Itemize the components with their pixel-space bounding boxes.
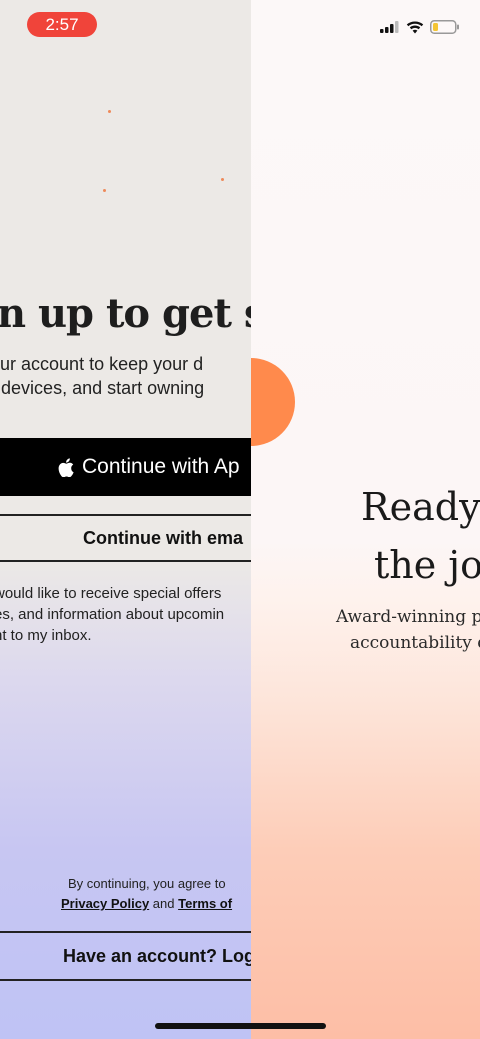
terms-of-service-link[interactable]: Terms of (178, 896, 232, 911)
offers-line: nt to my inbox. (0, 627, 92, 644)
email-button-label: Continue with ema (83, 527, 244, 548)
terms-notice: By continuing, you agree to Privacy Poli… (0, 874, 251, 914)
offers-consent-text[interactable]: would like to receive special offers es,… (0, 583, 251, 646)
offers-line: es, and information about upcomin (0, 606, 225, 623)
wifi-icon (406, 20, 424, 33)
cellular-signal-icon (380, 21, 399, 33)
onboarding-title-line: the jou (374, 543, 480, 587)
have-account-login-button[interactable]: Have an account? Log (0, 931, 251, 981)
home-indicator[interactable] (155, 1023, 326, 1029)
terms-and-text: and (152, 896, 175, 911)
signup-headline: gn up to get st (0, 290, 251, 337)
terms-links: Privacy Policy and Terms of (0, 894, 251, 914)
privacy-policy-link[interactable]: Privacy Policy (61, 896, 149, 911)
orange-circle-decoration (251, 358, 299, 446)
onboarding-subtitle-line: accountability d (350, 633, 480, 653)
login-button-label: Have an account? Log (63, 945, 251, 966)
signup-subtext-line: e your account to keep your d (0, 354, 204, 374)
status-icons (380, 20, 460, 34)
signup-subtext-line: een devices, and start owning (0, 378, 205, 398)
decorative-dot (103, 189, 106, 192)
status-time[interactable]: 2:57 (27, 12, 97, 37)
continue-with-email-button[interactable]: Continue with ema (0, 514, 251, 562)
apple-button-label: Continue with Ap (82, 455, 240, 478)
continue-with-apple-button[interactable]: Continue with Ap (0, 438, 251, 496)
onboarding-title-line: Ready (361, 485, 480, 529)
signup-subtext: e your account to keep your d een device… (0, 352, 251, 400)
battery-icon (430, 20, 459, 34)
offers-line: would like to receive special offers (0, 585, 222, 602)
decorative-dot (221, 178, 224, 181)
onboarding-subtitle-line: Award-winning pl (336, 607, 480, 627)
apple-icon (58, 457, 74, 477)
onboarding-screen: Ready the jou Award-winning pl accountab… (251, 0, 480, 1039)
split-screen: 2:57 gn up to get st e your account to k… (0, 0, 480, 1039)
decorative-dot (108, 110, 111, 113)
onboarding-title: Ready the jou (361, 478, 480, 594)
signup-screen: 2:57 gn up to get st e your account to k… (0, 0, 251, 1039)
onboarding-subtitle: Award-winning pl accountability d (336, 604, 480, 656)
terms-prefix: By continuing, you agree to (68, 876, 226, 891)
